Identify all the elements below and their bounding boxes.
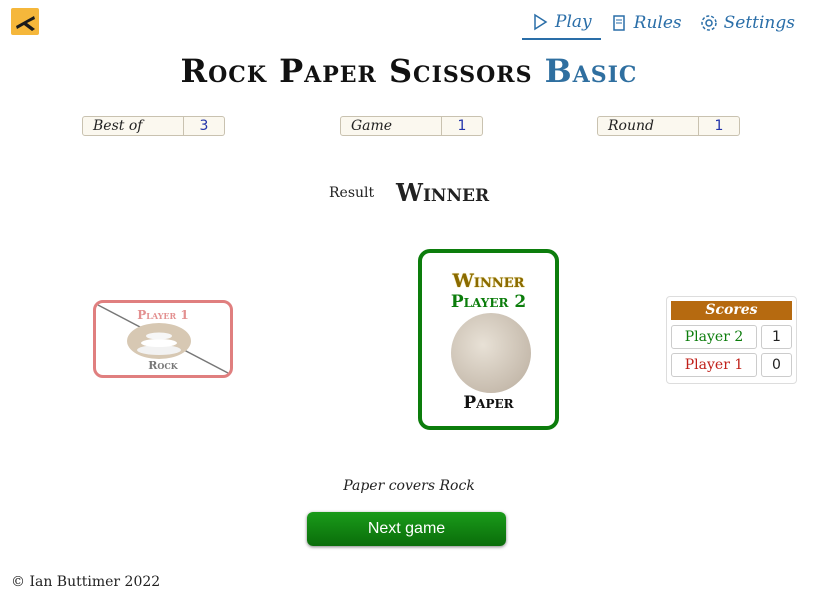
- copyright-footer: © Ian Buttimer 2022: [11, 574, 161, 590]
- score-row-value: 1: [761, 325, 792, 349]
- player1-card: Player 1 Rock: [93, 300, 233, 378]
- round-label: Round: [597, 116, 699, 136]
- nav-rules-label: Rules: [633, 13, 682, 33]
- game-stat: Game 1: [340, 116, 483, 136]
- title-accent: Basic: [544, 52, 638, 90]
- nav-rules[interactable]: Rules: [601, 10, 691, 40]
- result-value: Winner: [396, 178, 490, 207]
- gear-icon: [700, 15, 717, 31]
- score-row-value: 0: [761, 353, 792, 377]
- round-explanation: Paper covers Rock: [343, 478, 475, 494]
- round-stat: Round 1: [597, 116, 740, 136]
- player1-move: Rock: [148, 359, 178, 372]
- score-row: Player 2 1: [671, 325, 792, 349]
- scores-header: Scores: [671, 301, 792, 320]
- page-title: Rock Paper Scissors Basic: [0, 52, 818, 90]
- app-logo[interactable]: [11, 8, 39, 35]
- best-of-label: Best of: [82, 116, 184, 136]
- nav-settings-label: Settings: [723, 13, 795, 33]
- rock-image: [127, 323, 191, 359]
- scores-panel: Scores Player 2 1 Player 1 0: [666, 296, 797, 384]
- nav-play-label: Play: [555, 12, 592, 32]
- score-row-name: Player 1: [671, 353, 757, 377]
- player2-name: Player 2: [450, 292, 527, 312]
- score-row-name: Player 2: [671, 325, 757, 349]
- score-row: Player 1 0: [671, 353, 792, 377]
- round-value: 1: [699, 116, 740, 136]
- nav-play[interactable]: Play: [522, 10, 601, 40]
- paper-image: [451, 313, 531, 393]
- nav-settings[interactable]: Settings: [691, 10, 804, 40]
- best-of-stat: Best of 3: [82, 116, 225, 136]
- result-label: Result: [329, 185, 375, 201]
- player1-name: Player 1: [137, 308, 189, 322]
- rock-stones-icon: [137, 332, 181, 355]
- top-nav: Play Rules Settings: [522, 10, 804, 40]
- player2-move: Paper: [463, 393, 514, 413]
- title-main: Rock Paper Scissors: [180, 52, 533, 90]
- player2-card: Winner Player 2 Paper: [418, 249, 559, 430]
- play-icon: [534, 13, 548, 31]
- game-label: Game: [340, 116, 442, 136]
- game-value: 1: [442, 116, 483, 136]
- book-icon: [612, 15, 625, 31]
- rps-logo-icon: [16, 16, 35, 31]
- best-of-value: 3: [184, 116, 225, 136]
- player2-status: Winner: [452, 270, 525, 292]
- next-game-button[interactable]: Next game: [307, 512, 506, 546]
